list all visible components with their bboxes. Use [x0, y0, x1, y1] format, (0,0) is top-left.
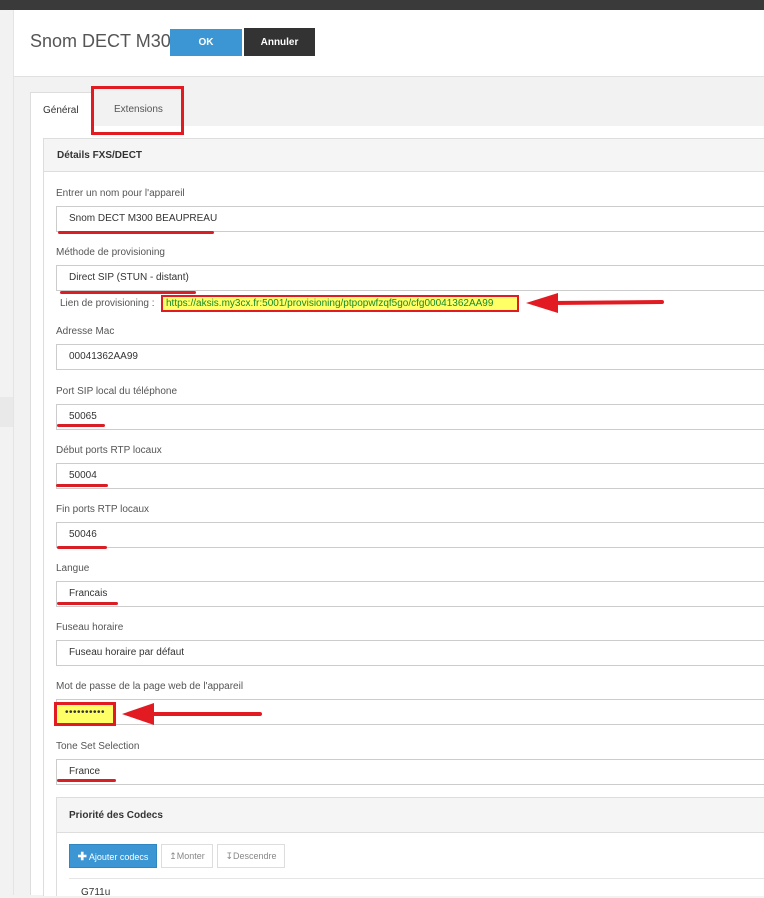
tone-set-label: Tone Set Selection: [56, 741, 140, 752]
move-down-button[interactable]: ↧Descendre: [217, 844, 285, 868]
page-title: Snom DECT M300: [30, 31, 181, 51]
annotation-arrow: [526, 293, 664, 313]
annotation-underline: [57, 546, 107, 549]
language-select[interactable]: Francais: [56, 581, 764, 607]
move-up-button[interactable]: ↥Monter: [161, 844, 213, 868]
rtp-end-label: Fin ports RTP locaux: [56, 504, 150, 515]
panel-heading: Détails FXS/DECT: [44, 139, 764, 172]
mac-input[interactable]: 00041362AA99: [56, 344, 764, 370]
timezone-select[interactable]: Fuseau horaire par défaut: [56, 640, 764, 666]
arrow-up-icon: ↥: [169, 851, 177, 861]
rtp-start-input[interactable]: 50004: [56, 463, 764, 489]
web-password-input[interactable]: ••••••••••: [54, 702, 116, 726]
device-name-input[interactable]: Snom DECT M300 BEAUPREAU: [56, 206, 764, 232]
provisioning-link[interactable]: https://aksis.my3cx.fr:5001/provisioning…: [161, 295, 519, 312]
mac-label: Adresse Mac: [56, 326, 115, 337]
annotation-arrow: [122, 703, 262, 725]
left-sidebar-marker: [0, 397, 13, 427]
rtp-start-label: Début ports RTP locaux: [56, 445, 162, 456]
left-sidebar-strip: [0, 10, 14, 895]
annotation-underline: [57, 779, 116, 782]
annotation-underline: [57, 602, 118, 605]
codec-list-item[interactable]: G711u: [69, 878, 764, 898]
annotation-underline: [56, 484, 108, 487]
arrow-down-icon: ↧: [225, 851, 233, 861]
rtp-end-input[interactable]: 50046: [56, 522, 764, 548]
move-down-label: Descendre: [233, 851, 277, 861]
move-up-label: Monter: [176, 851, 205, 861]
ok-button[interactable]: OK: [170, 29, 242, 56]
sip-port-label: Port SIP local du téléphone: [56, 386, 178, 397]
page-header: Snom DECT M300 OK Annuler: [14, 10, 764, 77]
codec-panel-heading: Priorité des Codecs: [57, 798, 764, 833]
language-label: Langue: [56, 563, 90, 574]
add-codec-label: Ajouter codecs: [88, 852, 149, 862]
web-password-label: Mot de passe de la page web de l'apparei…: [56, 681, 244, 692]
annotation-underline: [58, 231, 214, 234]
sip-port-input[interactable]: 50065: [56, 404, 764, 430]
top-bar: [0, 0, 764, 10]
annotation-underline: [60, 291, 196, 294]
device-name-label: Entrer un nom pour l'appareil: [56, 188, 185, 199]
tab-general[interactable]: Général: [30, 92, 92, 127]
annotation-box-extensions: [91, 86, 184, 135]
codec-priority-panel: Priorité des Codecs ✚ Ajouter codecs ↥Mo…: [56, 797, 764, 898]
provisioning-link-label: Lien de provisioning :: [60, 298, 155, 309]
cancel-button[interactable]: Annuler: [244, 28, 315, 56]
annotation-underline: [57, 424, 105, 427]
provisioning-method-label: Méthode de provisioning: [56, 247, 165, 258]
tone-set-select[interactable]: France: [56, 759, 764, 785]
add-codec-button[interactable]: ✚ Ajouter codecs: [69, 844, 157, 868]
timezone-label: Fuseau horaire: [56, 622, 124, 633]
plus-icon: ✚: [77, 851, 87, 863]
panel-title: Détails FXS/DECT: [57, 150, 143, 161]
provisioning-method-select[interactable]: Direct SIP (STUN - distant): [56, 265, 764, 291]
codec-panel-title: Priorité des Codecs: [69, 810, 163, 821]
